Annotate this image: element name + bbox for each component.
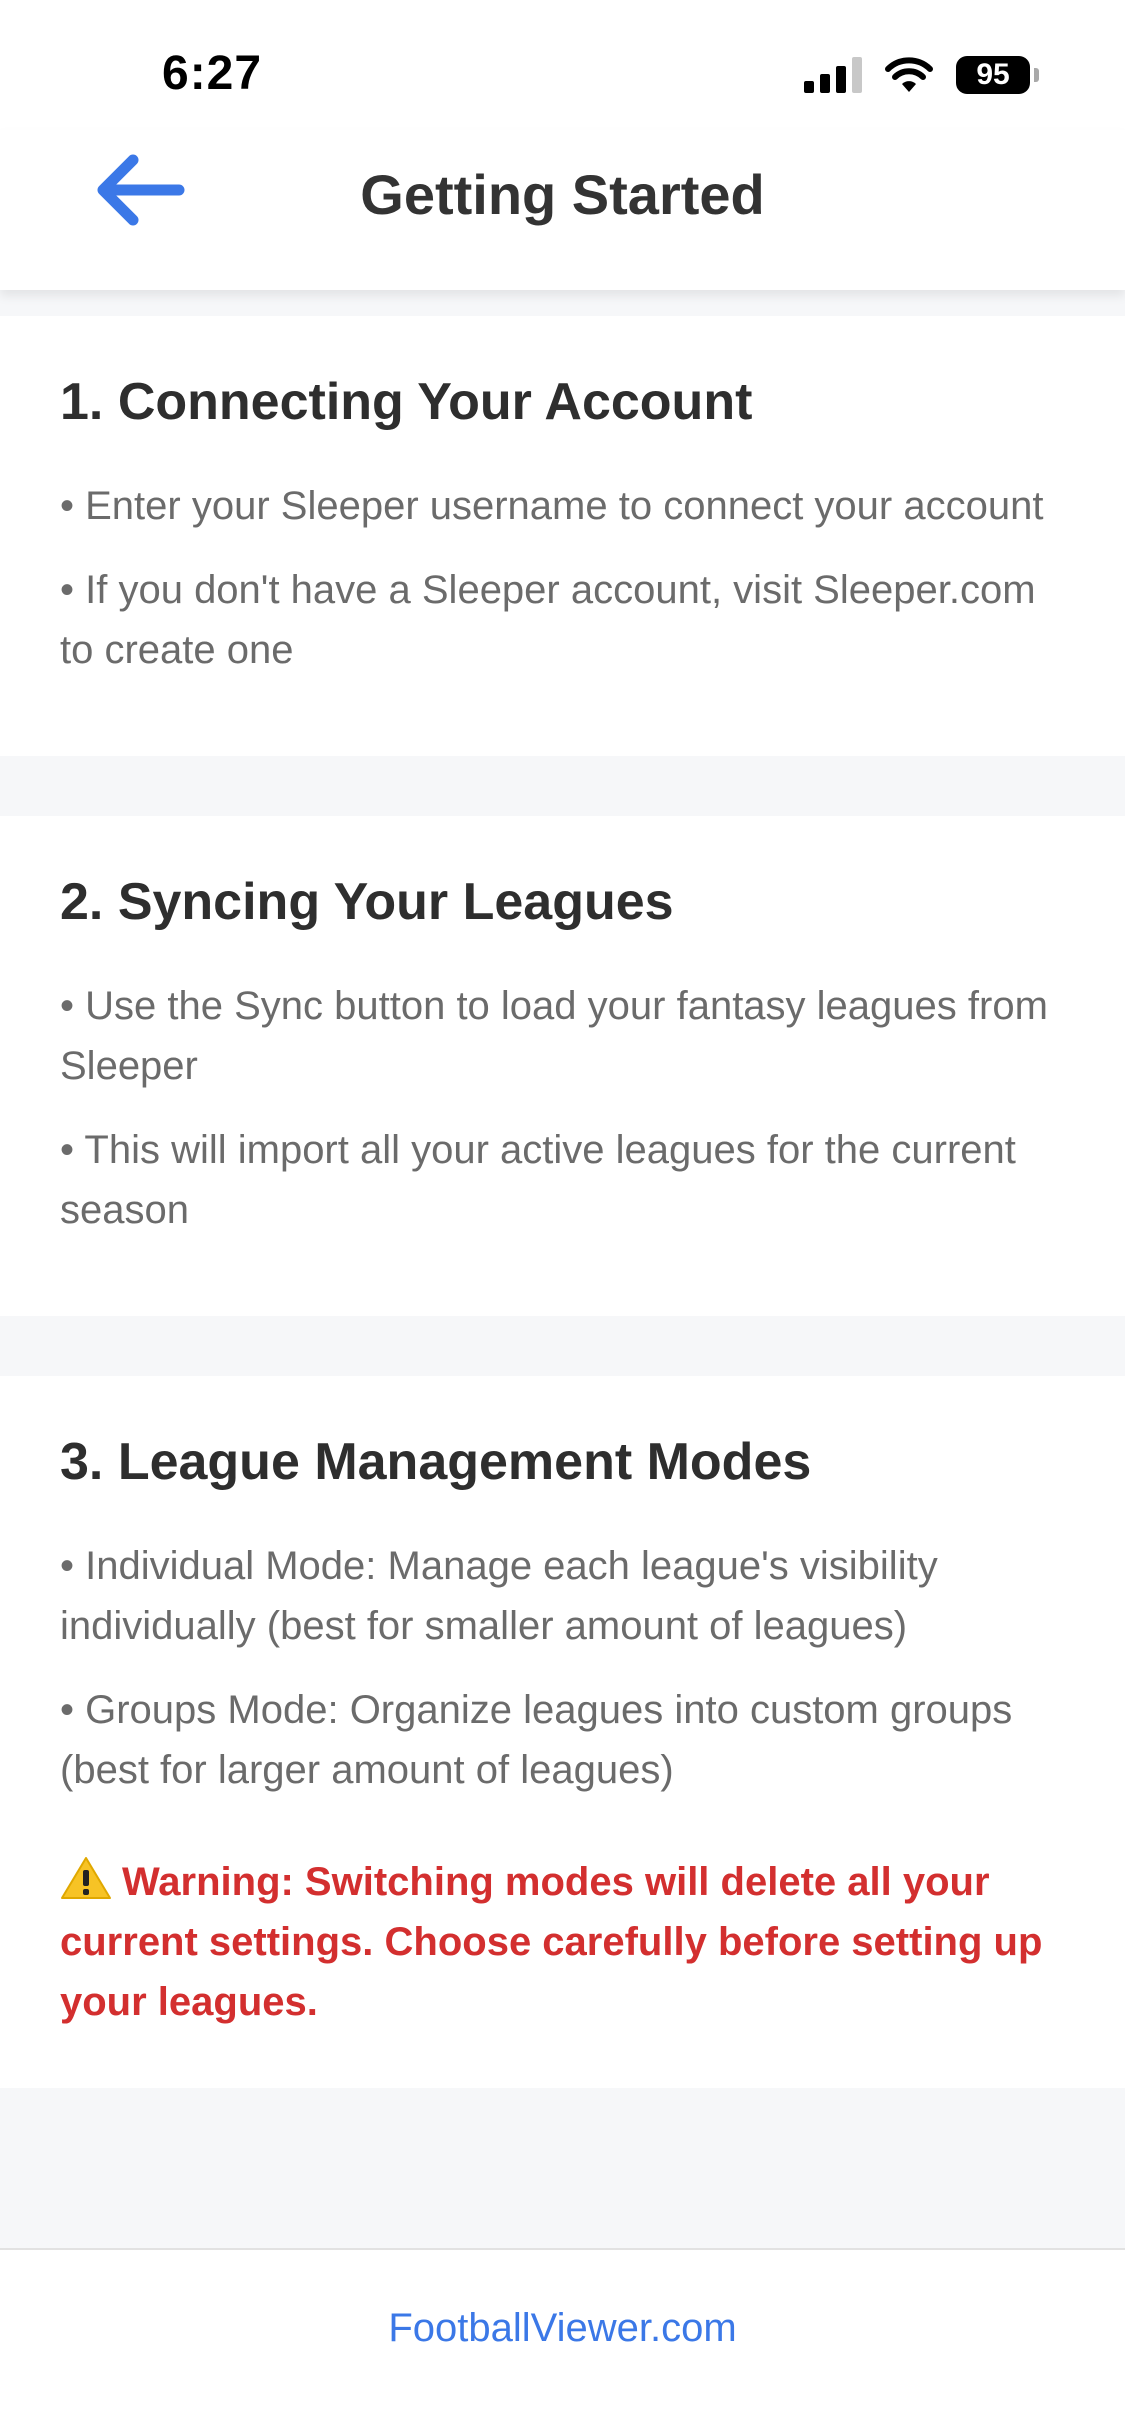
warning-message: Warning: Switching modes will delete all…	[60, 1852, 1065, 2032]
section-heading: 2. Syncing Your Leagues	[60, 873, 674, 931]
section-heading: 1. Connecting Your Account	[60, 373, 753, 431]
bullet-item: • Use the Sync button to load your fanta…	[60, 984, 1048, 1088]
page-title: Getting Started	[360, 163, 765, 226]
status-bar: 6:27 95	[0, 0, 1125, 130]
bullet-item: • Enter your Sleeper username to connect…	[60, 484, 1044, 528]
section-league-management-modes: 3. League Management Modes • Individual …	[0, 1376, 1125, 2088]
battery-icon: 95	[956, 56, 1039, 94]
header: Getting Started	[0, 130, 1125, 290]
content: 1. Connecting Your Account • Enter your …	[0, 316, 1125, 2148]
status-time: 6:27	[162, 47, 263, 100]
warning-icon	[61, 1857, 111, 1899]
footer-website-link[interactable]: FootballViewer.com	[0, 2306, 1125, 2351]
footer: FootballViewer.com	[0, 2248, 1125, 2436]
bullet-item: • This will import all your active leagu…	[60, 1128, 1016, 1232]
wifi-icon	[885, 57, 933, 92]
bullet-item: • Individual Mode: Manage each league's …	[60, 1544, 938, 1648]
section-connecting-account: 1. Connecting Your Account • Enter your …	[0, 316, 1125, 756]
status-icons: 95	[804, 56, 1039, 94]
section-syncing-leagues: 2. Syncing Your Leagues • Use the Sync b…	[0, 816, 1125, 1316]
section-heading: 3. League Management Modes	[60, 1433, 812, 1491]
bullet-item: • Groups Mode: Organize leagues into cus…	[60, 1688, 1013, 1792]
cellular-signal-icon	[804, 57, 862, 93]
warning-text: Warning: Switching modes will delete all…	[60, 1860, 1043, 2024]
battery-level: 95	[976, 58, 1010, 91]
bullet-item: • If you don't have a Sleeper account, v…	[60, 568, 1036, 672]
